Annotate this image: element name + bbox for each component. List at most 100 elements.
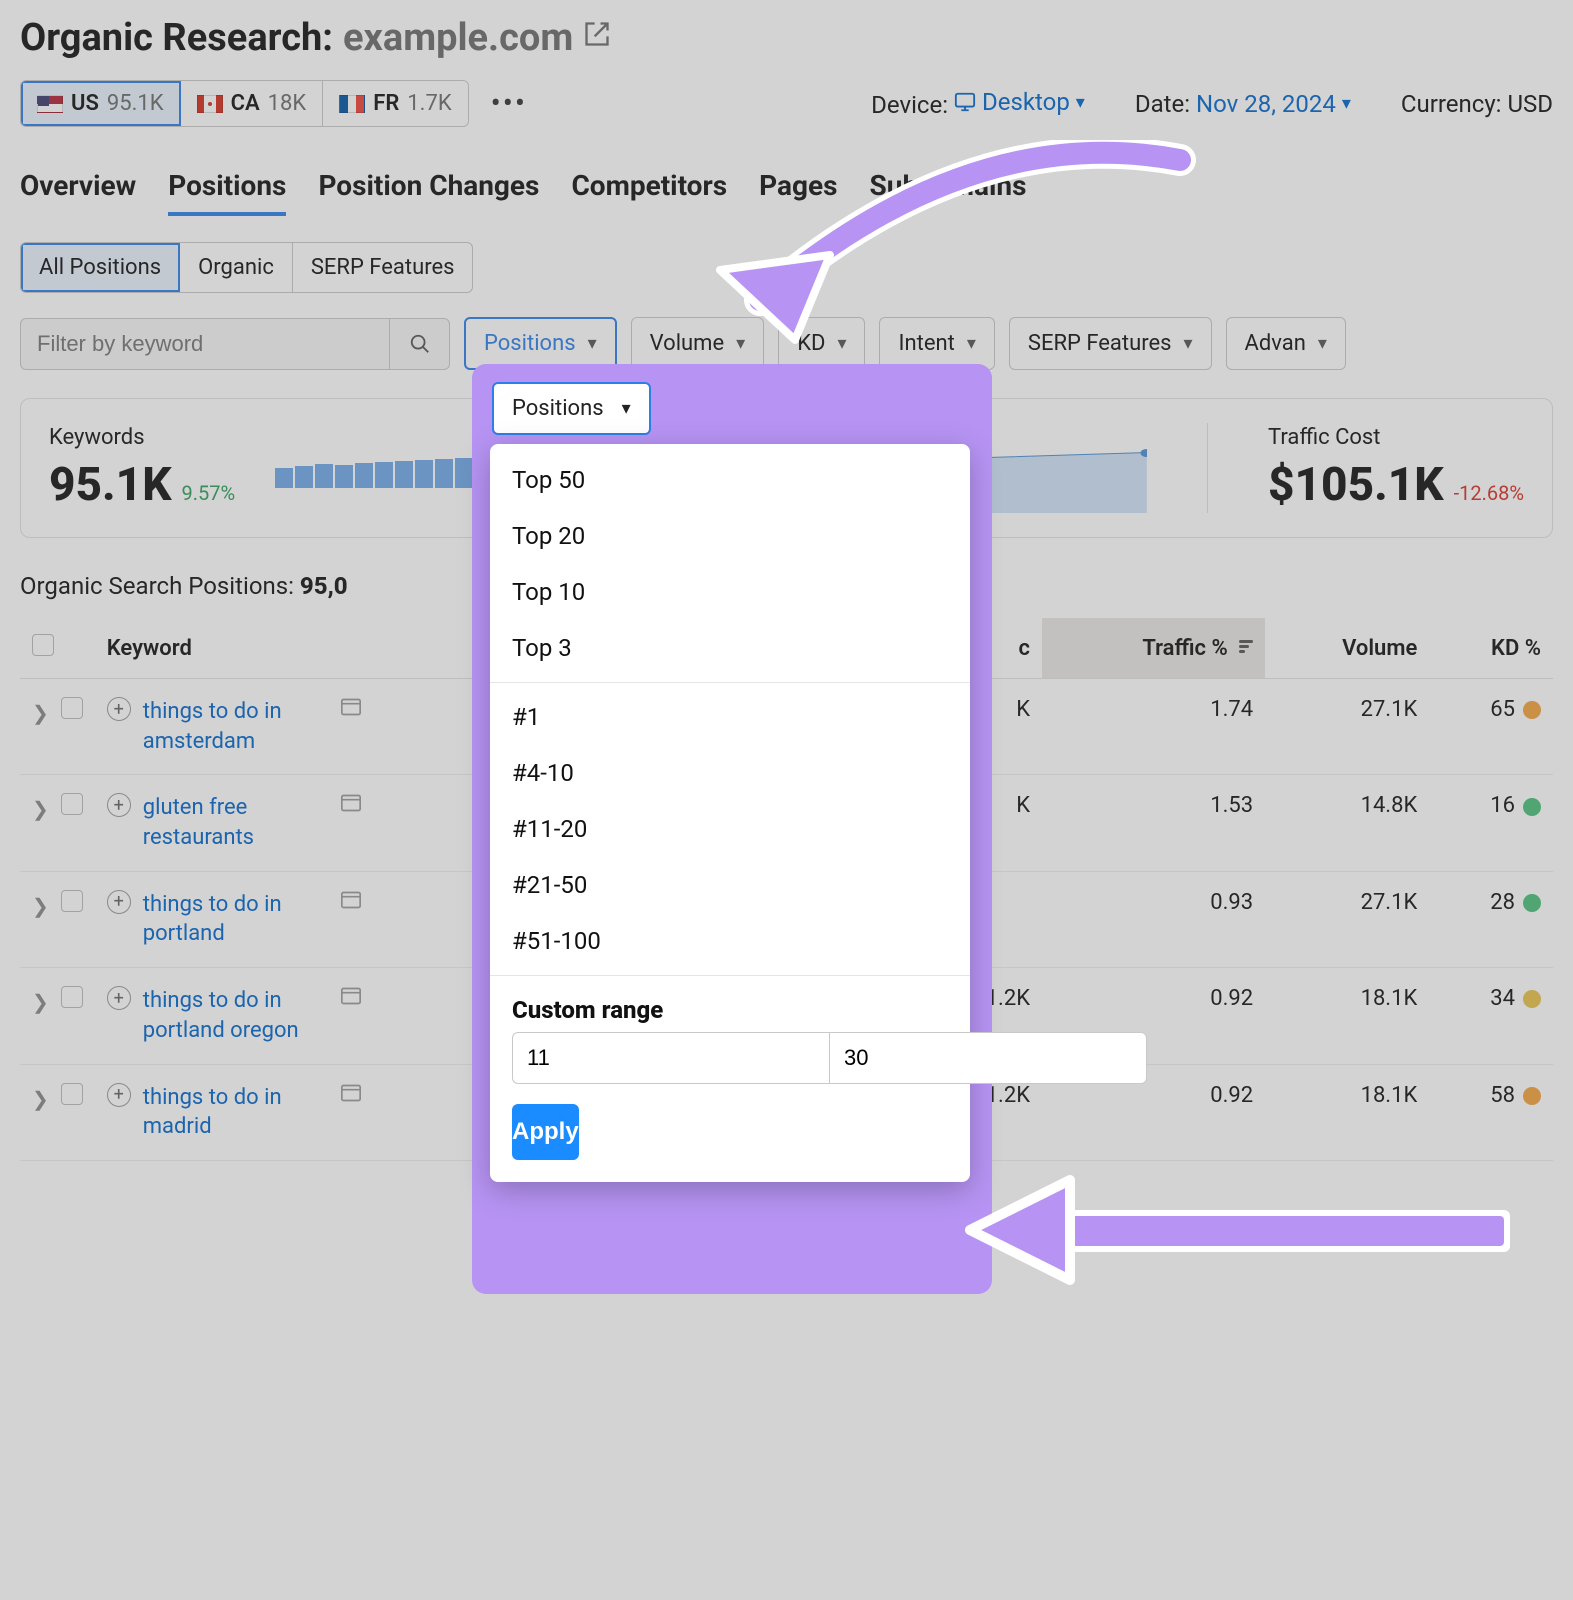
keyword-link[interactable]: things to do in amsterdam (143, 697, 323, 756)
expand-row-icon[interactable]: ❯ (32, 1087, 49, 1111)
more-databases-icon[interactable]: ••• (481, 86, 537, 121)
column-header[interactable]: KD % (1429, 618, 1553, 679)
database-cc: FR (373, 91, 399, 116)
expand-row-icon[interactable]: ❯ (32, 797, 49, 821)
tab-subdomains[interactable]: Subdomains (870, 169, 1027, 216)
kd-difficulty-dot (1523, 798, 1541, 816)
open-url-icon[interactable] (341, 697, 361, 722)
keyword-link[interactable]: things to do in portland (143, 890, 323, 949)
flag-ca-icon (197, 95, 223, 113)
database-cc: US (71, 91, 99, 116)
kd-difficulty-dot (1523, 701, 1541, 719)
kd-difficulty-dot (1523, 1087, 1541, 1105)
currency-value: USD (1507, 90, 1553, 118)
positions-option[interactable]: Top 3 (490, 620, 970, 676)
external-link-icon[interactable] (583, 20, 611, 56)
tab-positions[interactable]: Positions (168, 169, 286, 216)
database-pill-us[interactable]: US 95.1K (21, 81, 181, 126)
flag-us-icon (37, 95, 63, 113)
custom-range-from-input[interactable] (512, 1032, 829, 1084)
volume-filter-button[interactable]: Volume▾ (631, 317, 765, 370)
position-type-tabs: All PositionsOrganicSERP Features (20, 242, 473, 293)
positions-filter-button[interactable]: Positions▾ (464, 317, 617, 370)
keywords-sparkline (275, 448, 473, 488)
positions-option[interactable]: #21-50 (490, 857, 970, 913)
apply-button[interactable]: Apply (512, 1104, 579, 1160)
search-button[interactable] (389, 319, 449, 369)
positions-filter-button[interactable]: Positions ▾ (492, 382, 651, 435)
column-header[interactable]: Volume (1265, 618, 1429, 679)
volume-value: 14.8K (1265, 775, 1429, 871)
positions-option[interactable]: #51-100 (490, 913, 970, 969)
custom-range-to-input[interactable] (829, 1032, 1147, 1084)
add-to-list-icon[interactable]: + (107, 890, 131, 914)
add-to-list-icon[interactable]: + (107, 697, 131, 721)
chevron-down-icon: ▾ (736, 333, 745, 354)
search-icon (409, 333, 431, 355)
database-val: 95.1K (107, 91, 164, 116)
row-checkbox[interactable] (61, 986, 83, 1008)
keyword-link[interactable]: things to do in portland oregon (143, 986, 323, 1045)
database-val: 18K (268, 91, 307, 116)
add-to-list-icon[interactable]: + (107, 986, 131, 1010)
positions-option[interactable]: Top 10 (490, 564, 970, 620)
open-url-icon[interactable] (341, 1083, 361, 1108)
positions-option[interactable]: #4-10 (490, 745, 970, 801)
flag-fr-icon (339, 95, 365, 113)
serp-features-filter-button[interactable]: SERP Features▾ (1009, 317, 1212, 370)
add-to-list-icon[interactable]: + (107, 1083, 131, 1107)
tab-overview[interactable]: Overview (20, 169, 136, 216)
positions-option[interactable]: Top 50 (490, 452, 970, 508)
positions-option[interactable]: #11-20 (490, 801, 970, 857)
database-pill-ca[interactable]: CA 18K (181, 81, 324, 126)
kd-value: 65 (1429, 679, 1553, 775)
subtab-organic[interactable]: Organic (180, 243, 293, 292)
volume-value: 18.1K (1265, 968, 1429, 1064)
keywords-value: 95.1K (49, 458, 172, 512)
expand-row-icon[interactable]: ❯ (32, 894, 49, 918)
row-checkbox[interactable] (61, 1083, 83, 1105)
intent-filter-button[interactable]: Intent▾ (879, 317, 994, 370)
select-all-checkbox[interactable] (32, 634, 54, 656)
positions-option[interactable]: #1 (490, 689, 970, 745)
kd-value: 16 (1429, 775, 1553, 871)
keyword-link[interactable]: gluten free restaurants (143, 793, 323, 852)
tab-competitors[interactable]: Competitors (571, 169, 727, 216)
date-value: Nov 28, 2024 (1196, 90, 1336, 118)
kd-value: 58 (1429, 1064, 1553, 1160)
open-url-icon[interactable] (341, 890, 361, 915)
keyword-filter-input[interactable] (21, 319, 389, 369)
date-label: Date: (1135, 90, 1190, 118)
database-pill-fr[interactable]: FR 1.7K (323, 81, 467, 126)
row-checkbox[interactable] (61, 697, 83, 719)
tab-position-changes[interactable]: Position Changes (318, 169, 539, 216)
open-url-icon[interactable] (341, 793, 361, 818)
keyword-link[interactable]: things to do in madrid (143, 1083, 323, 1142)
expand-row-icon[interactable]: ❯ (32, 701, 49, 725)
keyword-filter (20, 318, 450, 370)
open-url-icon[interactable] (341, 986, 361, 1011)
tab-pages[interactable]: Pages (759, 169, 837, 216)
expand-row-icon[interactable]: ❯ (32, 990, 49, 1014)
device-selector[interactable]: Device: Desktop ▾ (871, 88, 1085, 119)
kd-filter-button[interactable]: KD▾ (778, 317, 865, 370)
row-checkbox[interactable] (61, 793, 83, 815)
positions-filter-dropdown: Top 50Top 20Top 10Top 3 #1#4-10#11-20#21… (490, 444, 970, 1182)
traffic-percent: 1.74 (1042, 679, 1265, 775)
kd-difficulty-dot (1523, 894, 1541, 912)
kd-difficulty-dot (1523, 990, 1541, 1008)
add-to-list-icon[interactable]: + (107, 793, 131, 817)
desktop-icon (954, 91, 976, 113)
sort-descending-icon (1239, 638, 1253, 655)
subtab-all-positions[interactable]: All Positions (21, 243, 180, 292)
column-header[interactable]: Traffic % (1042, 618, 1265, 679)
traffic-cost-value: $105.1K (1268, 458, 1444, 512)
advan-filter-button[interactable]: Advan▾ (1226, 317, 1346, 370)
chevron-down-icon: ▾ (622, 398, 631, 419)
keywords-delta: 9.57% (182, 481, 236, 505)
positions-option[interactable]: Top 20 (490, 508, 970, 564)
subtab-serp-features[interactable]: SERP Features (293, 243, 473, 292)
date-selector[interactable]: Date: Nov 28, 2024 ▾ (1135, 90, 1351, 118)
traffic-cost-delta: -12.68% (1454, 481, 1524, 505)
row-checkbox[interactable] (61, 890, 83, 912)
